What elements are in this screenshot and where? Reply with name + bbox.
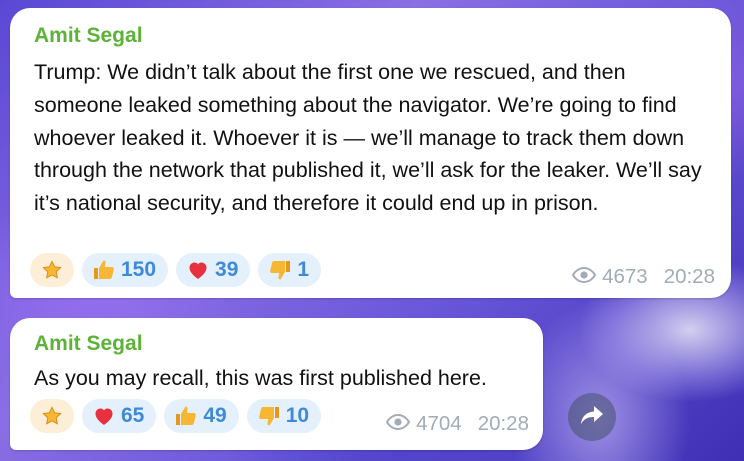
message-bubble[interactable]: Amit Segal As you may recall, this was f… xyxy=(10,318,543,450)
eye-icon xyxy=(385,412,411,436)
reaction-count: 1 xyxy=(297,258,310,281)
reaction-count: 150 xyxy=(121,258,157,281)
message-meta: 4704 20:28 xyxy=(385,412,529,436)
thumbs-down-icon xyxy=(257,404,281,428)
eye-icon xyxy=(571,265,597,289)
star-icon xyxy=(41,259,63,281)
reactions-bar: 150 39 1 xyxy=(30,253,322,287)
reaction-star[interactable] xyxy=(30,253,74,287)
sender-name[interactable]: Amit Segal xyxy=(34,332,143,356)
reaction-heart[interactable]: 65 xyxy=(82,399,157,433)
view-count: 4673 xyxy=(602,265,648,288)
forward-button[interactable] xyxy=(568,393,616,441)
message-meta: 4673 20:28 xyxy=(571,265,715,289)
message-text: As you may recall, this was first publis… xyxy=(34,366,487,390)
message-bubble[interactable]: Amit Segal Trump: We didn’t talk about t… xyxy=(10,8,731,298)
forward-arrow-icon xyxy=(580,404,604,431)
thumbs-down-icon xyxy=(268,258,292,282)
reaction-count: 65 xyxy=(121,404,145,427)
reaction-thumbs-up[interactable]: 49 xyxy=(164,399,239,433)
reaction-heart[interactable]: 39 xyxy=(176,253,251,287)
reaction-thumbs-down[interactable]: 10 xyxy=(246,399,322,433)
reaction-thumbs-up[interactable]: 150 xyxy=(82,253,169,287)
message-text: Trump: We didn’t talk about the first on… xyxy=(34,60,702,216)
view-count: 4704 xyxy=(416,412,462,435)
sender-name[interactable]: Amit Segal xyxy=(34,24,143,48)
reactions-bar: 65 49 10 xyxy=(30,399,322,433)
heart-icon xyxy=(92,404,116,428)
heart-icon xyxy=(186,258,210,282)
message-time: 20:28 xyxy=(477,412,529,435)
reaction-count: 10 xyxy=(285,404,310,427)
reaction-count: 39 xyxy=(215,258,239,281)
thumbs-up-icon xyxy=(92,258,116,282)
reaction-star[interactable] xyxy=(30,399,74,433)
thumbs-up-icon xyxy=(174,404,198,428)
reaction-thumbs-down[interactable]: 1 xyxy=(258,253,322,287)
star-icon xyxy=(41,405,63,427)
reaction-count: 49 xyxy=(203,404,227,427)
message-time: 20:28 xyxy=(663,265,715,288)
